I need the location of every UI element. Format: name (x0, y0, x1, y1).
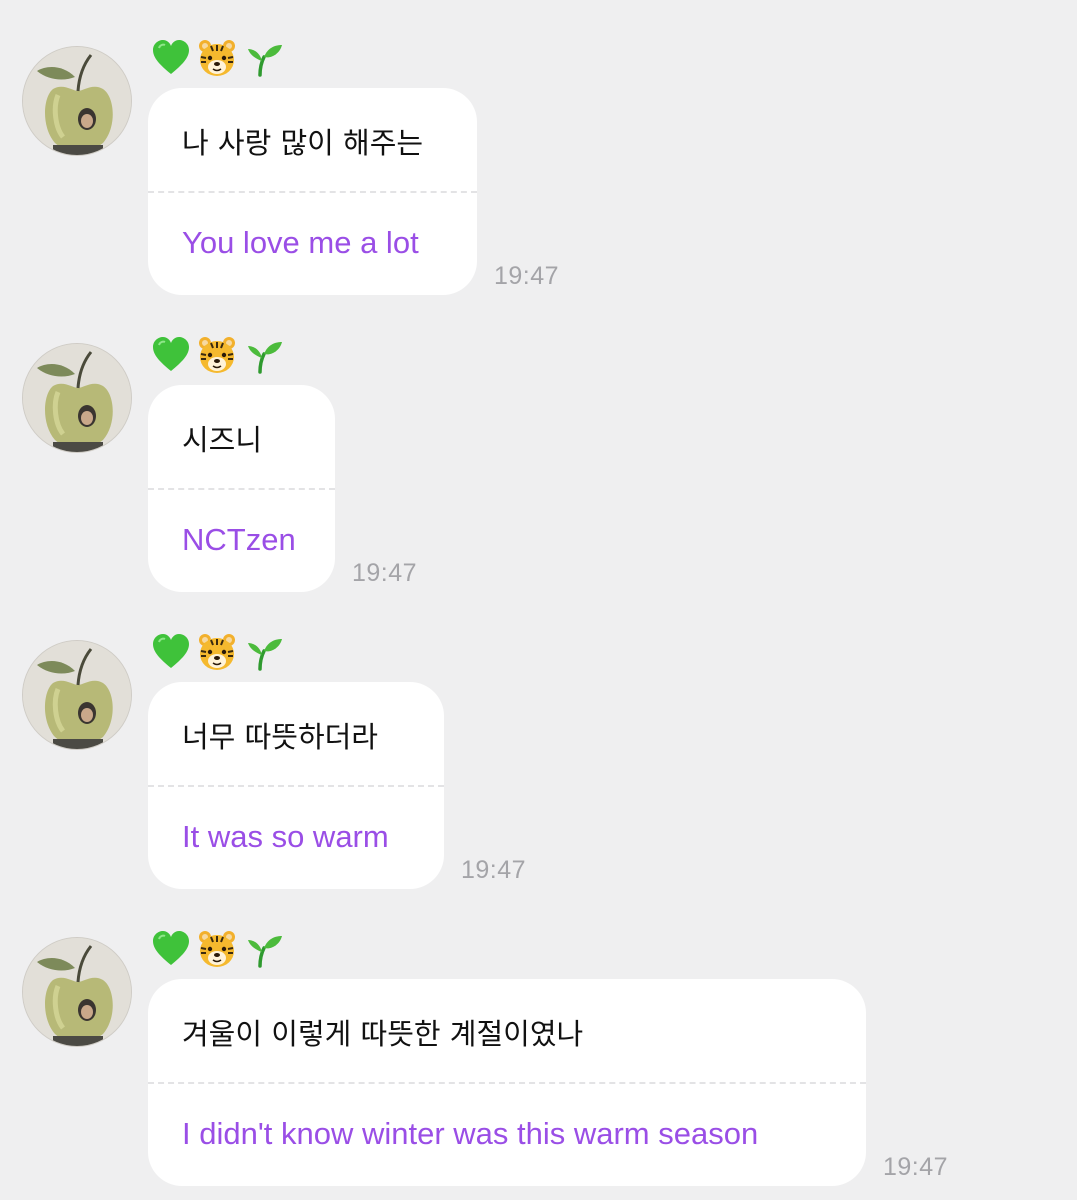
seedling-icon (248, 936, 282, 968)
message-bubble[interactable]: 너무 따뜻하더라 It was so warm (148, 682, 444, 889)
original-text: 시즈니 (182, 423, 263, 457)
tiger-face-icon (199, 337, 235, 373)
translation-text: You love me a lot (182, 225, 419, 260)
message-bubble[interactable]: 겨울이 이렇게 따뜻한 계절이였나 I didn't know winter w… (148, 979, 866, 1186)
sender-avatar[interactable] (22, 640, 132, 750)
tiger-face-icon (199, 634, 235, 670)
translation-text: I didn't know winter was this warm seaso… (182, 1116, 759, 1151)
green-heart-icon (153, 40, 189, 74)
sender-name-badges (150, 927, 284, 971)
message-time: 19:47 (352, 559, 418, 587)
message-time: 19:47 (461, 856, 527, 884)
sender-name-badges (150, 333, 284, 377)
green-heart-icon (153, 931, 189, 965)
message-bubble[interactable]: 나 사랑 많이 해주는 You love me a lot (148, 88, 477, 295)
tiger-face-icon (199, 40, 235, 76)
sender-avatar[interactable] (22, 937, 132, 1047)
sender-avatar[interactable] (22, 343, 132, 453)
original-text: 나 사랑 많이 해주는 (182, 126, 424, 160)
original-text: 겨울이 이렇게 따뜻한 계절이였나 (182, 1017, 584, 1051)
sender-name-badges (150, 36, 284, 80)
translation-text: NCTzen (182, 522, 296, 557)
message-bubble[interactable]: 시즈니 NCTzen (148, 385, 335, 592)
message-time: 19:47 (883, 1153, 949, 1181)
original-text: 너무 따뜻하더라 (182, 720, 378, 754)
translation-text: It was so warm (182, 819, 389, 854)
tiger-face-icon (199, 931, 235, 967)
message-time: 19:47 (494, 262, 560, 290)
seedling-icon (248, 639, 282, 671)
green-heart-icon (153, 634, 189, 668)
sender-name-badges (150, 630, 284, 674)
seedling-icon (248, 342, 282, 374)
seedling-icon (248, 45, 282, 77)
sender-avatar[interactable] (22, 46, 132, 156)
green-heart-icon (153, 337, 189, 371)
